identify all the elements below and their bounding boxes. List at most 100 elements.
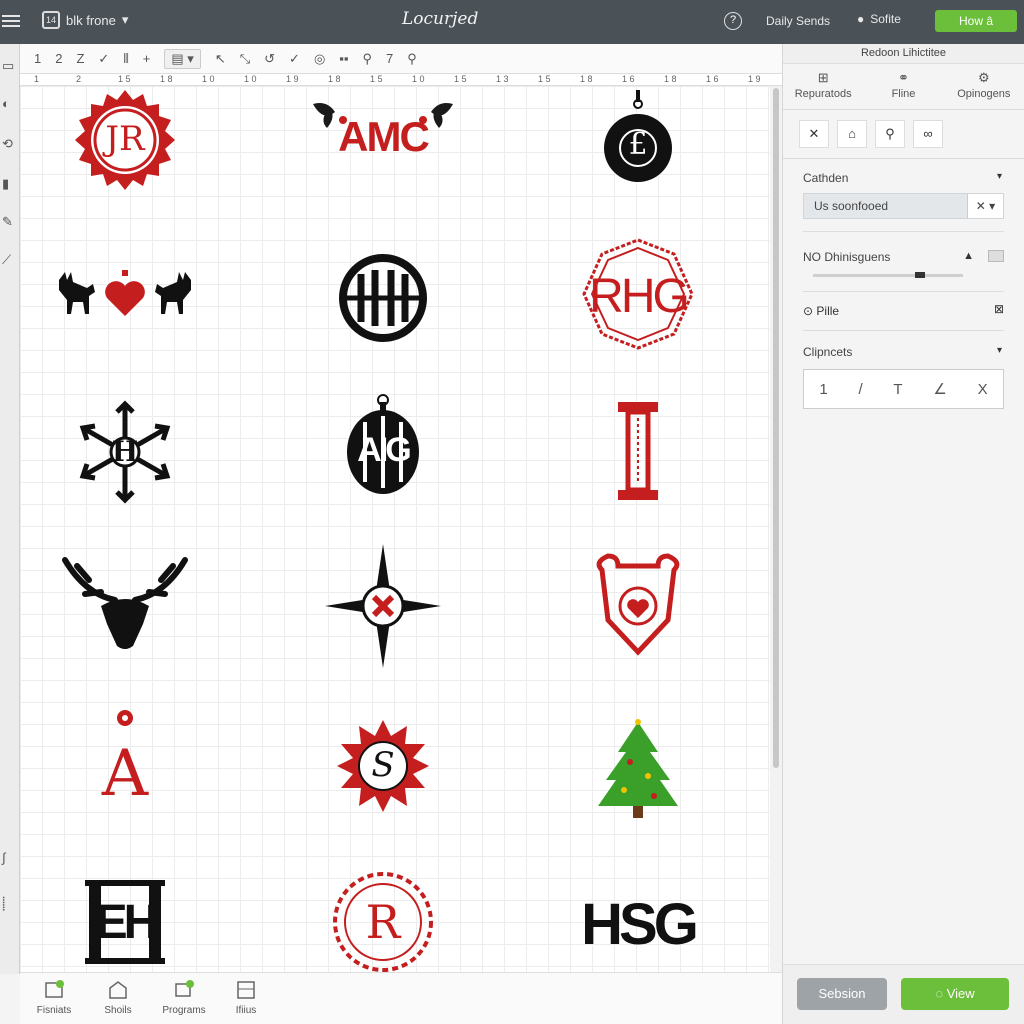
ruler-icon[interactable]: ⸽ [2, 894, 5, 912]
lock-icon[interactable]: ⌂ [837, 120, 867, 148]
grid-icon: ⊞ [817, 70, 829, 85]
chevron-down-icon[interactable]: ▾ [997, 345, 1002, 356]
pen-icon[interactable]: ⟋ [2, 252, 11, 268]
info-icon: ⊙ [803, 304, 814, 318]
bike-icon: ⚭ [898, 70, 909, 85]
programs-icon [173, 979, 195, 1001]
ruler-tick: 1 6 [706, 74, 719, 84]
toolbar-item[interactable]: ⚲ [407, 51, 417, 67]
project-icon: 14 [42, 11, 60, 29]
toolbar-item[interactable]: ↖ [215, 51, 226, 67]
link-icon[interactable]: ⟲ [2, 136, 13, 152]
toolbar-item[interactable]: ⫴ [123, 51, 128, 67]
toggle-icon[interactable] [988, 250, 1004, 262]
toolbar-item[interactable]: ⚲ [363, 51, 373, 67]
settings-icon: ⚙ [977, 70, 990, 85]
chevron-down-icon: ▾ [121, 12, 129, 27]
chip-t[interactable]: T [893, 381, 902, 398]
ruler-tick: 1 0 [202, 74, 215, 84]
view-button[interactable]: ◌ View [901, 978, 1009, 1010]
slider-knob[interactable] [915, 272, 925, 278]
cell-aig: AIG [283, 387, 483, 517]
monogram-label: S [371, 745, 395, 785]
chip-x[interactable]: X [978, 381, 988, 398]
search-icon[interactable]: ⚲ [875, 120, 905, 148]
clear-icon[interactable]: ✕ ▾ [967, 194, 1003, 218]
soft-label: Sofite [870, 12, 901, 26]
brand-logo: Locurjed [402, 9, 479, 29]
toolbar-item[interactable]: ✓ [289, 51, 300, 67]
chat-icon: ◌ [935, 986, 947, 1001]
design-canvas[interactable]: JR AMC £ RHG H AIG I A S EH R HSG [20, 86, 770, 972]
section-dhinisguens: NO Dhinisguens ▲ [803, 232, 1004, 292]
monogram-shield-heart[interactable] [596, 553, 680, 656]
canvas-scrollbar[interactable] [770, 86, 782, 972]
ruler-tick: 1 0 [244, 74, 257, 84]
close-icon[interactable]: ✕ [799, 120, 829, 148]
toolbar-item[interactable]: ◎ [314, 51, 325, 67]
toolbar-item[interactable]: + [143, 51, 151, 66]
cell-jr: JR [25, 86, 225, 205]
monogram-deer-head[interactable] [62, 557, 188, 649]
bottom-nav-item-fisniats[interactable]: Fisniats [24, 979, 84, 1016]
toolbar-item[interactable]: 2 [55, 51, 62, 66]
daily-sends-link[interactable]: Daily Sends [766, 14, 830, 28]
ruler-tick: 1 5 [454, 74, 467, 84]
curve-icon[interactable]: ∫ [2, 850, 6, 865]
toolbar-item[interactable]: Z [76, 51, 84, 66]
left-tool-strip: ▭ ◐ ⟲ ▮ ✎ ⟋ ∫ ⸽ [0, 44, 20, 974]
frame-icon[interactable]: ▭ [2, 58, 14, 74]
shape-icon[interactable]: ◐ [2, 96, 10, 111]
link-icon[interactable]: ∞ [913, 120, 943, 148]
box-icon [107, 979, 129, 1001]
section-cathden: Cathden ▾ Us soonfooed ✕ ▾ [803, 159, 1004, 232]
ruler-tick: 1 3 [496, 74, 509, 84]
chip-1[interactable]: 1 [819, 381, 827, 398]
toolbar-item[interactable]: ✓ [98, 51, 109, 67]
project-selector[interactable]: 14 blk frone ▾ [42, 11, 128, 29]
layers-icon[interactable]: ▮ [2, 176, 9, 192]
monogram-reindeer-heart[interactable] [59, 270, 191, 316]
hamburger-menu-icon[interactable] [2, 12, 20, 30]
cell-r: R [283, 857, 483, 972]
bottom-nav: Fisniats Shoils Programs Ifiius [20, 972, 782, 1024]
monogram-label: AIG [357, 431, 411, 469]
chevron-down-icon[interactable]: ▾ [997, 171, 1002, 182]
cell-i: I [538, 387, 738, 517]
monogram-label: H [111, 435, 139, 468]
toolbar-item[interactable]: ▪▪ [339, 51, 348, 66]
section-title: Cathden [803, 171, 849, 185]
bottom-nav-label: Ifiius [235, 1005, 257, 1016]
tab-fline[interactable]: ⚭ Fline [863, 64, 943, 109]
clip-tools: 1 / T ∠ X [803, 369, 1004, 409]
toolbar-item[interactable]: ⤡ [240, 51, 250, 67]
edit-icon[interactable]: ✎ [2, 214, 13, 230]
size-slider[interactable] [813, 272, 963, 278]
toolbar-item[interactable]: 1 [34, 51, 41, 66]
scroll-thumb[interactable] [773, 88, 779, 768]
christmas-tree[interactable] [598, 719, 678, 818]
tab-repuratods[interactable]: ⊞ Repuratods [783, 64, 863, 109]
delete-icon[interactable]: ⊠ [994, 302, 1004, 316]
toolbar-item[interactable]: 7 [386, 51, 393, 66]
tab-opinogens[interactable]: ⚙ Opinogens [944, 64, 1024, 109]
monogram-circle-black[interactable] [339, 254, 427, 342]
session-button[interactable]: Sebsion [797, 978, 887, 1010]
style-select[interactable]: Us soonfooed ✕ ▾ [803, 193, 1004, 219]
right-panel: Redoon Lihictitee ⊞ Repuratods ⚭ Fline ⚙ Op… [782, 44, 1024, 1024]
bottom-nav-item-ifiius[interactable]: Ifiius [216, 979, 276, 1016]
monogram-compass-star[interactable] [325, 544, 441, 668]
chip-angle[interactable]: ∠ [933, 380, 946, 398]
toolbar-item[interactable]: ▤ ▾ [164, 48, 201, 69]
ruler-tick: 1 8 [664, 74, 677, 84]
cell-hsg: HSG [538, 857, 738, 972]
how-button[interactable]: How â [935, 10, 1017, 32]
chip-slash[interactable]: / [858, 381, 862, 398]
ruler-tick: 1 8 [328, 74, 341, 84]
bottom-nav-item-shoils[interactable]: Shoils [88, 979, 148, 1016]
view-label: View [946, 986, 975, 1001]
toolbar-item[interactable]: ↺ [264, 51, 275, 67]
soft-link[interactable]: ● Sofite [857, 12, 901, 26]
help-icon[interactable]: ? [724, 12, 742, 30]
bottom-nav-item-programs[interactable]: Programs [154, 979, 214, 1016]
